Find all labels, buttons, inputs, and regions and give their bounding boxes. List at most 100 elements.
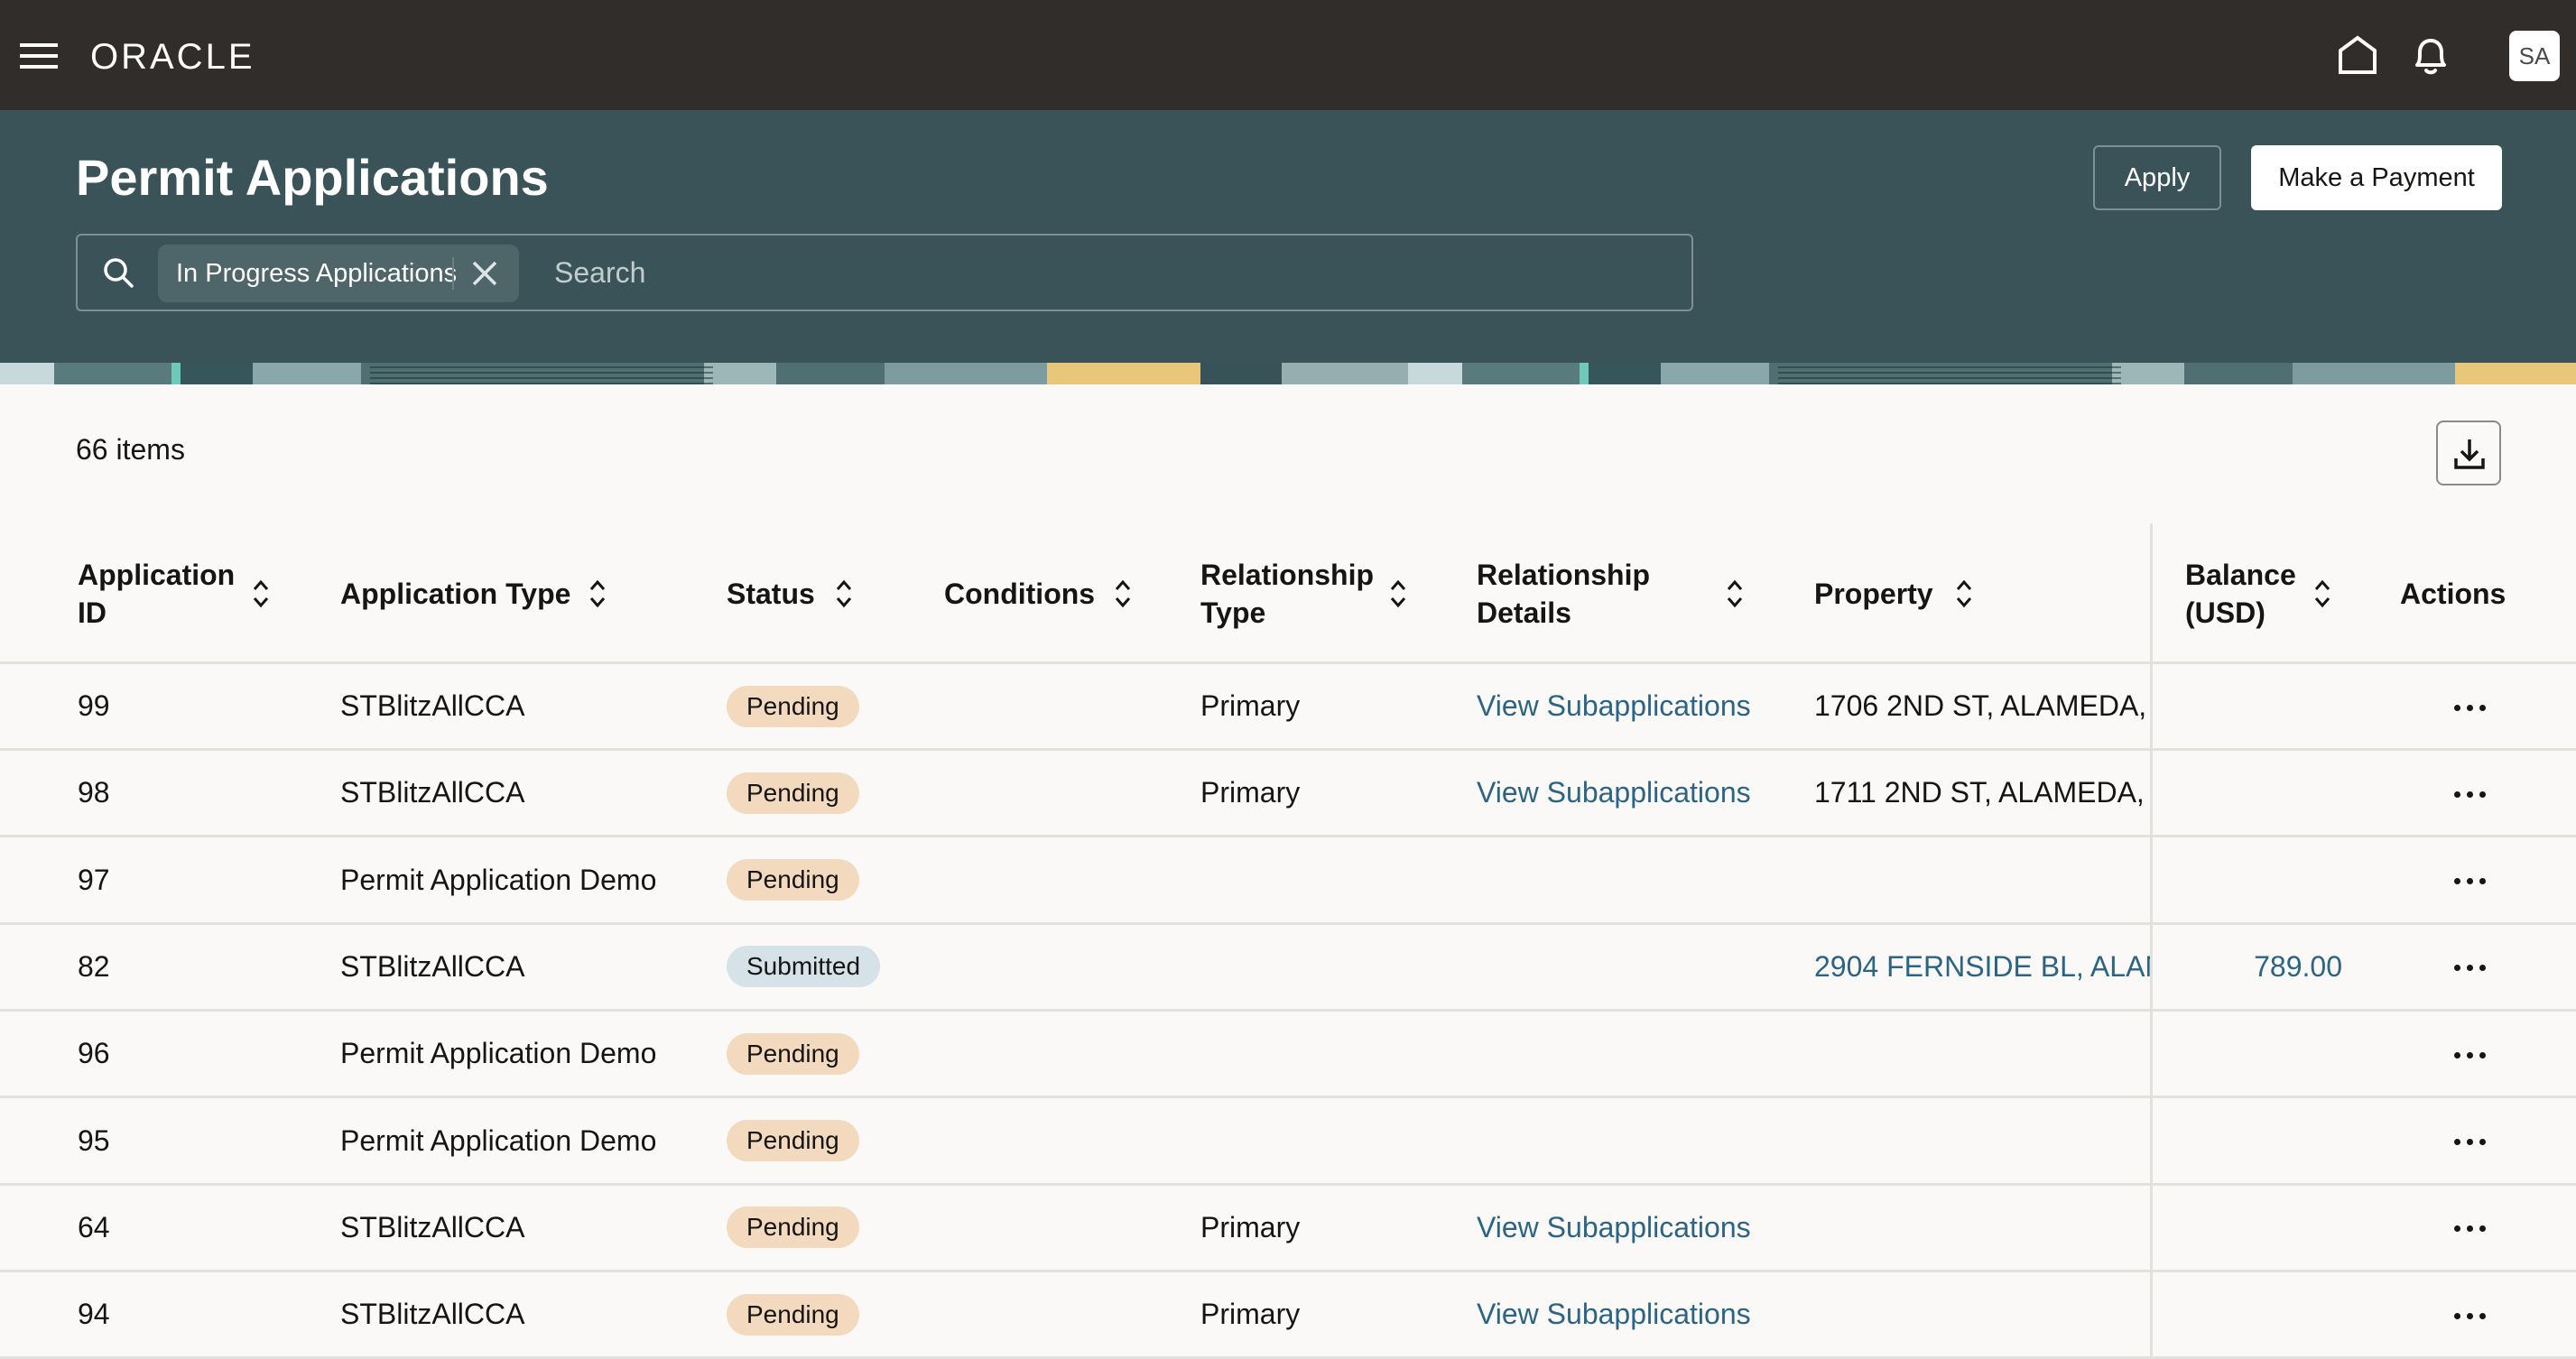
cell-application-type: STBlitzAllCCA [340, 664, 701, 748]
cell-status: Pending [727, 1099, 925, 1183]
cell-balance [2076, 1099, 2342, 1183]
cell-application-type: Permit Application Demo [340, 1099, 701, 1183]
application-id: 99 [78, 689, 110, 722]
column-header-label: Application Type [340, 578, 571, 610]
cell-relationship-details: View Subapplications [1477, 664, 1802, 748]
cell-status: Pending [727, 1272, 925, 1356]
cell-balance [2076, 1012, 2342, 1096]
cell-conditions [944, 838, 1170, 922]
column-header-status[interactable]: Status [727, 523, 815, 664]
view-subapplications-link[interactable]: View Subapplications [1477, 1298, 1751, 1331]
relationship-type-value: Primary [1200, 689, 1301, 722]
table-row[interactable]: 96 Permit Application Demo Pending [0, 1012, 2576, 1099]
user-avatar[interactable]: SA [2509, 31, 2560, 81]
column-header-property[interactable]: Property [1814, 523, 1933, 664]
cell-conditions [944, 1272, 1170, 1356]
table-row[interactable]: 97 Permit Application Demo Pending [0, 838, 2576, 925]
relationship-type-value: Primary [1200, 1298, 1301, 1331]
sort-icon[interactable] [1954, 578, 1974, 609]
status-badge: Pending [727, 1206, 859, 1249]
sort-icon[interactable] [251, 578, 271, 609]
column-header-actions: Actions [2400, 523, 2506, 664]
table-row[interactable]: 99 STBlitzAllCCA Pending Primary View Subapp… [0, 664, 2576, 751]
sort-icon[interactable] [588, 578, 607, 609]
download-button[interactable] [2436, 421, 2501, 485]
cell-application-id: 99 [78, 664, 258, 748]
column-header-id[interactable]: Application ID [78, 523, 235, 664]
column-header-conditions[interactable]: Conditions [944, 523, 1095, 664]
application-id: 64 [78, 1210, 110, 1243]
home-icon[interactable] [2335, 32, 2380, 78]
make-payment-button[interactable]: Make a Payment [2251, 145, 2502, 210]
application-id: 97 [78, 863, 110, 896]
table-header: Application ID Application Type Status Condi… [0, 523, 2576, 664]
application-id: 98 [78, 776, 110, 809]
view-subapplications-link[interactable]: View Subapplications [1477, 776, 1751, 809]
table-row[interactable]: 95 Permit Application Demo Pending [0, 1099, 2576, 1186]
cell-relationship-details [1477, 925, 1802, 1009]
more-horizontal-icon[interactable] [2448, 1044, 2491, 1066]
filter-chip: In Progress Applications [158, 245, 519, 302]
cell-application-type: Permit Application Demo [340, 1012, 701, 1096]
search-input[interactable] [554, 245, 1673, 300]
column-header-relationship-details[interactable]: Relationship Details [1477, 523, 1650, 664]
more-horizontal-icon[interactable] [2448, 1218, 2491, 1240]
top-bar: ORACLE SA [0, 0, 2576, 110]
application-id: 96 [78, 1037, 110, 1070]
view-subapplications-link[interactable]: View Subapplications [1477, 1211, 1751, 1244]
filter-chip-label: In Progress Applications [176, 258, 458, 288]
application-type: STBlitzAllCCA [340, 1298, 525, 1331]
page-header: Permit Applications Apply Make a Payment… [0, 110, 2576, 363]
cell-balance [2076, 1186, 2342, 1270]
more-horizontal-icon[interactable] [2448, 957, 2491, 979]
more-horizontal-icon[interactable] [2448, 1132, 2491, 1153]
hamburger-menu-icon[interactable] [20, 40, 58, 70]
application-type: Permit Application Demo [340, 1123, 657, 1157]
apply-button[interactable]: Apply [2093, 145, 2221, 210]
cell-conditions [944, 1099, 1170, 1183]
cell-relationship-type: Primary [1200, 664, 1444, 748]
column-header-label: Balance (USD) [2185, 559, 2296, 629]
application-type: Permit Application Demo [340, 863, 657, 896]
sort-icon[interactable] [1388, 578, 1408, 609]
close-icon[interactable] [465, 254, 505, 293]
cell-application-type: STBlitzAllCCA [340, 751, 701, 835]
table-row[interactable]: 82 STBlitzAllCCA Submitted 2904 FERNSIDE BL… [0, 925, 2576, 1012]
more-horizontal-icon[interactable] [2448, 871, 2491, 892]
application-type: STBlitzAllCCA [340, 1210, 525, 1243]
sort-icon[interactable] [1113, 578, 1133, 609]
item-count: 66 items [76, 433, 185, 466]
cell-application-type: STBlitzAllCCA [340, 1272, 701, 1356]
cell-application-id: 97 [78, 838, 258, 922]
column-header-balance[interactable]: Balance (USD) [2185, 523, 2296, 664]
cell-status: Pending [727, 751, 925, 835]
bell-icon[interactable] [2408, 32, 2453, 78]
table-row[interactable]: 98 STBlitzAllCCA Pending Primary View Subapp… [0, 751, 2576, 838]
sort-icon[interactable] [2312, 578, 2332, 609]
column-header-label: Status [727, 578, 815, 610]
sort-icon[interactable] [834, 578, 854, 609]
cell-relationship-type: Primary [1200, 1186, 1444, 1270]
cell-relationship-details [1477, 1012, 1802, 1096]
column-header-type[interactable]: Application Type [340, 523, 570, 664]
status-badge: Pending [727, 1293, 859, 1336]
sort-icon[interactable] [1725, 578, 1745, 609]
more-horizontal-icon[interactable] [2448, 1305, 2491, 1327]
more-horizontal-icon[interactable] [2448, 697, 2491, 718]
view-subapplications-link[interactable]: View Subapplications [1477, 689, 1751, 723]
status-badge: Pending [727, 1120, 859, 1161]
svg-text:ORACLE: ORACLE [90, 37, 255, 76]
cell-relationship-details: View Subapplications [1477, 751, 1802, 835]
table-row[interactable]: 64 STBlitzAllCCA Pending Primary View Subapp… [0, 1186, 2576, 1272]
cell-application-id: 96 [78, 1012, 258, 1096]
application-id: 95 [78, 1123, 110, 1157]
search-bar: In Progress Applications [76, 234, 1693, 311]
more-horizontal-icon[interactable] [2448, 783, 2491, 805]
balance-link[interactable]: 789.00 [2254, 950, 2342, 984]
table-row[interactable]: 94 STBlitzAllCCA Pending Primary View Subapp… [0, 1272, 2576, 1359]
column-header-relationship-type[interactable]: Relationship Type [1200, 523, 1374, 664]
cell-relationship-type: Primary [1200, 751, 1444, 835]
cell-balance [2076, 838, 2342, 922]
cell-balance [2076, 751, 2342, 835]
cell-relationship-type: Primary [1200, 1272, 1444, 1356]
